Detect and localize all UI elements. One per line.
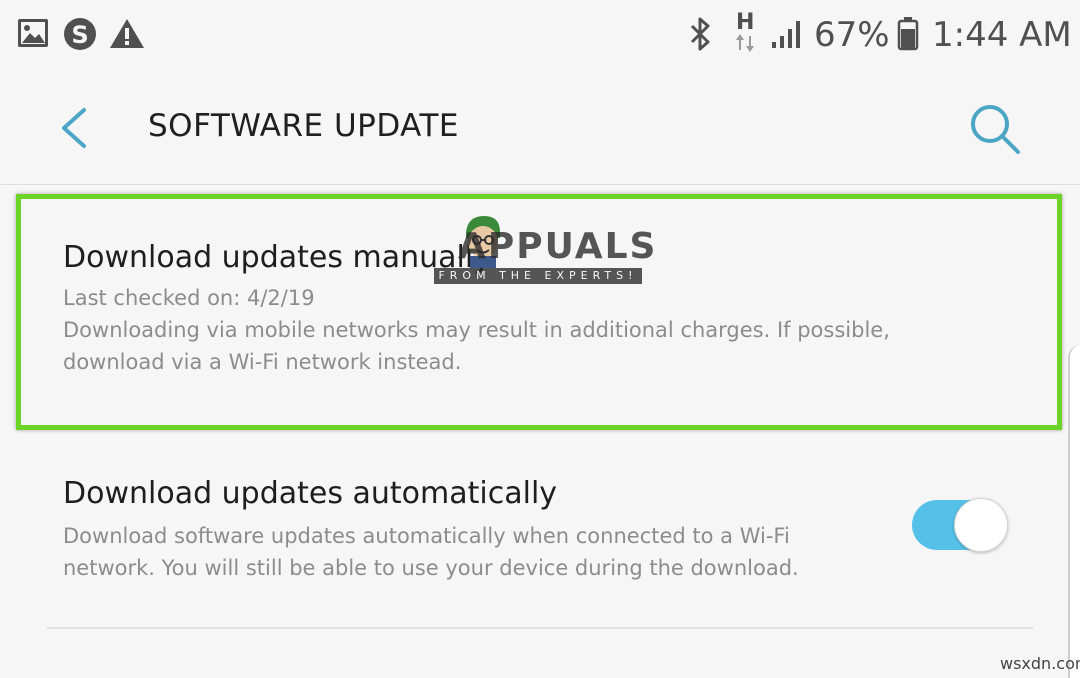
clock: 1:44 AM	[932, 15, 1072, 55]
list-divider	[47, 627, 1033, 629]
download-automatically-description: Download software updates automatically …	[63, 524, 799, 580]
search-icon[interactable]	[966, 100, 1024, 158]
battery-percent: 67%	[814, 15, 890, 55]
back-button[interactable]	[50, 102, 98, 154]
download-manually-item[interactable]: Download updates manually Last checked o…	[0, 186, 1080, 432]
download-manually-title: Download updates manually	[63, 240, 491, 275]
scroll-indicator[interactable]	[1068, 344, 1080, 678]
download-manually-description: Downloading via mobile networks may resu…	[63, 318, 890, 374]
signal-strength-icon	[772, 21, 800, 48]
download-automatically-title: Download updates automatically	[63, 476, 558, 511]
warning-icon	[110, 19, 144, 48]
toggle-knob	[954, 498, 1008, 552]
page-title: SOFTWARE UPDATE	[148, 108, 459, 144]
status-bar: S H 67% 1:44 AM	[0, 0, 1080, 72]
app-bar: SOFTWARE UPDATE	[0, 72, 1080, 185]
skype-icon: S	[64, 18, 96, 50]
svg-text:S: S	[71, 21, 88, 49]
auto-download-toggle[interactable]	[910, 498, 1010, 552]
battery-icon	[897, 17, 919, 51]
site-watermark: wsxdn.com	[1000, 654, 1080, 673]
data-activity-icon	[736, 34, 754, 52]
network-type-label: H	[736, 10, 755, 35]
bluetooth-icon	[690, 17, 710, 51]
gallery-icon	[18, 19, 48, 47]
last-checked-text: Last checked on: 4/2/19	[63, 286, 315, 310]
